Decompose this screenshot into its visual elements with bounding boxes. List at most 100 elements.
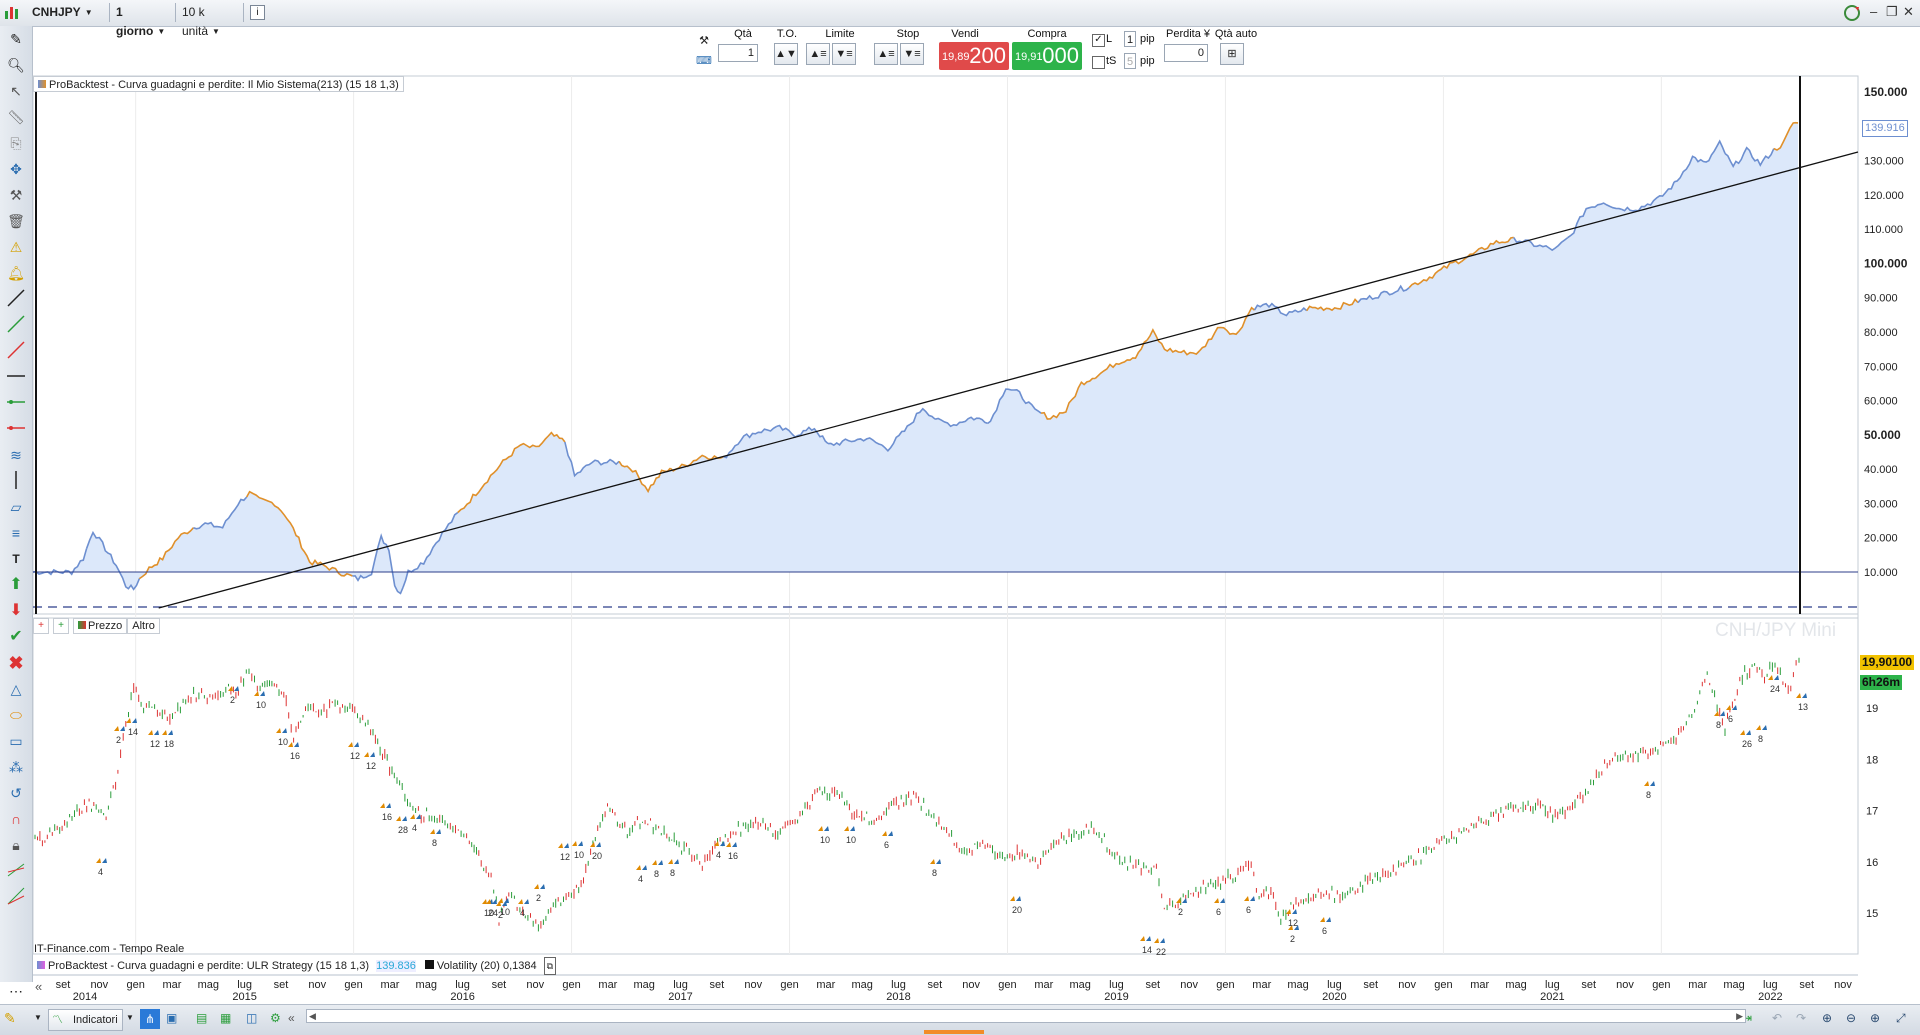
scroll-thumb[interactable] (924, 1030, 984, 1034)
tab-prezzo[interactable]: Prezzo (73, 618, 128, 634)
window-icon[interactable]: ▣ (166, 1011, 177, 1025)
lower-panel-legend[interactable]: ProBacktest - Curva guadagni e perdite: … (33, 957, 560, 975)
trade-arrow-marker (572, 841, 577, 846)
trade-arrow-marker (1182, 898, 1187, 903)
trade-arrow-marker (410, 814, 415, 819)
add-panel-icon[interactable]: + (33, 618, 49, 634)
trade-arrow-marker (1292, 909, 1297, 914)
trade-arrow-marker (578, 841, 583, 846)
layout-icon[interactable]: ◫ (246, 1011, 257, 1025)
month-tick-label: lug (1545, 979, 1560, 991)
scroll-left-icon[interactable]: ◀ (309, 1011, 316, 1022)
redo-icon[interactable]: ↷ (1796, 1011, 1806, 1025)
trade-label: 24 (1770, 684, 1780, 694)
indicators-dropdown-icon[interactable]: ▼ (126, 1013, 134, 1022)
trade-arrow-marker (254, 691, 259, 696)
pnl-legend-text: ProBacktest - Curva guadagni e perdite: … (48, 960, 370, 972)
month-tick-label: nov (1834, 979, 1852, 991)
month-tick-label: mar (1034, 979, 1053, 991)
month-tick-label: gen (562, 979, 580, 991)
add-indicator-icon[interactable]: + (53, 618, 69, 634)
trade-arrow-marker (658, 860, 663, 865)
trade-arrow-marker (234, 686, 239, 691)
trade-label: 16 (728, 851, 738, 861)
month-tick-label: nov (526, 979, 544, 991)
trade-arrow-marker (380, 803, 385, 808)
month-tick-label: mag (1723, 979, 1744, 991)
trade-arrow-marker (228, 686, 233, 691)
trade-label: 4 (98, 867, 103, 877)
trade-label: 2 (1290, 934, 1295, 944)
upper-y-tick-label: 80.000 (1864, 327, 1898, 339)
chart-canvas[interactable]: 150.000140.000130.000120.000110.000100.0… (0, 0, 1920, 1004)
time-scrollbar[interactable]: ◀ ▶ (306, 1009, 1746, 1023)
fullscreen-icon[interactable]: ⤢ (1896, 1011, 1906, 1026)
month-tick-label: mar (163, 979, 182, 991)
list-icon[interactable]: ▤ (196, 1011, 207, 1025)
month-tick-label: set (710, 979, 725, 991)
trade-arrow-marker (674, 859, 679, 864)
month-tick-label: set (274, 979, 289, 991)
trade-arrow-marker (1714, 711, 1719, 716)
trade-arrow-marker (1796, 693, 1801, 698)
month-tick-label: lug (237, 979, 252, 991)
trade-label: 10 (820, 835, 830, 845)
month-tick-label: gen (1434, 979, 1452, 991)
year-tick-label: 2017 (668, 991, 692, 1003)
trade-label: 2 (1178, 907, 1183, 917)
trade-arrow-marker (518, 899, 523, 904)
undo-icon[interactable]: ↶ (1772, 1011, 1782, 1025)
scroll-right-icon[interactable]: ▶ (1736, 1011, 1743, 1022)
trade-label: 10 (278, 737, 288, 747)
trade-label: 4 (638, 874, 643, 884)
analysis-icon[interactable]: ⚙ (270, 1011, 281, 1025)
trade-label: 12 (1288, 918, 1298, 928)
scroll-back-icon[interactable]: « (288, 1011, 295, 1025)
trade-arrow-marker (1016, 896, 1021, 901)
trade-label: 2 (536, 893, 541, 903)
trade-arrow-marker (430, 829, 435, 834)
upper-panel-legend[interactable]: ProBacktest - Curva guadagni e perdite: … (33, 76, 404, 92)
month-tick-label: nov (744, 979, 762, 991)
month-tick-label: set (1581, 979, 1596, 991)
draw-dropdown-icon[interactable]: ▼ (34, 1013, 42, 1022)
year-tick-label: 2014 (73, 991, 97, 1003)
trade-arrow-marker (930, 859, 935, 864)
trade-arrow-marker (402, 816, 407, 821)
year-tick-label: 2020 (1322, 991, 1346, 1003)
trade-label: 24 (488, 908, 498, 918)
zoom-fit-icon[interactable]: ⊕ (1822, 1011, 1832, 1025)
trade-label: 20 (1012, 905, 1022, 915)
trade-arrow-marker (564, 843, 569, 848)
trade-label: 10 (574, 850, 584, 860)
trade-label: 8 (670, 868, 675, 878)
month-tick-label: mag (1287, 979, 1308, 991)
volatility-swatch-icon (424, 960, 434, 969)
month-tick-label: mag (198, 979, 219, 991)
trade-arrow-marker (888, 831, 893, 836)
trade-arrow-marker (294, 742, 299, 747)
trade-label: 26 (1742, 739, 1752, 749)
zoom-in-icon[interactable]: ⊕ (1870, 1011, 1880, 1025)
panel-tabs: + + Prezzo Altro (33, 618, 160, 634)
indicators-icon: 〽 (52, 1014, 63, 1026)
trade-arrow-marker (1726, 705, 1731, 710)
lower-y-tick-label: 17 (1866, 806, 1878, 818)
indicators-button[interactable]: 〽 Indicatori (48, 1009, 123, 1031)
lower-y-tick-label: 16 (1866, 857, 1878, 869)
popout-icon[interactable]: ⧉ (543, 957, 557, 975)
trade-arrow-marker (1746, 730, 1751, 735)
tab-altro[interactable]: Altro (127, 618, 160, 634)
lower-y-tick-label: 15 (1866, 908, 1878, 920)
zoom-out-icon[interactable]: ⊖ (1846, 1011, 1856, 1025)
share-icon[interactable]: ⋔ (140, 1009, 160, 1029)
month-tick-label: lug (1763, 979, 1778, 991)
month-tick-label: set (492, 979, 507, 991)
draw-mode-icon[interactable]: ✎ (4, 1010, 16, 1027)
trade-arrow-marker (162, 730, 167, 735)
trade-arrow-marker (1250, 896, 1255, 901)
grid-icon[interactable]: ▦ (220, 1011, 231, 1025)
trade-arrow-marker (386, 803, 391, 808)
current-price-tag: 19,90100 (1860, 655, 1915, 670)
upper-y-tick-label: 30.000 (1864, 498, 1898, 510)
